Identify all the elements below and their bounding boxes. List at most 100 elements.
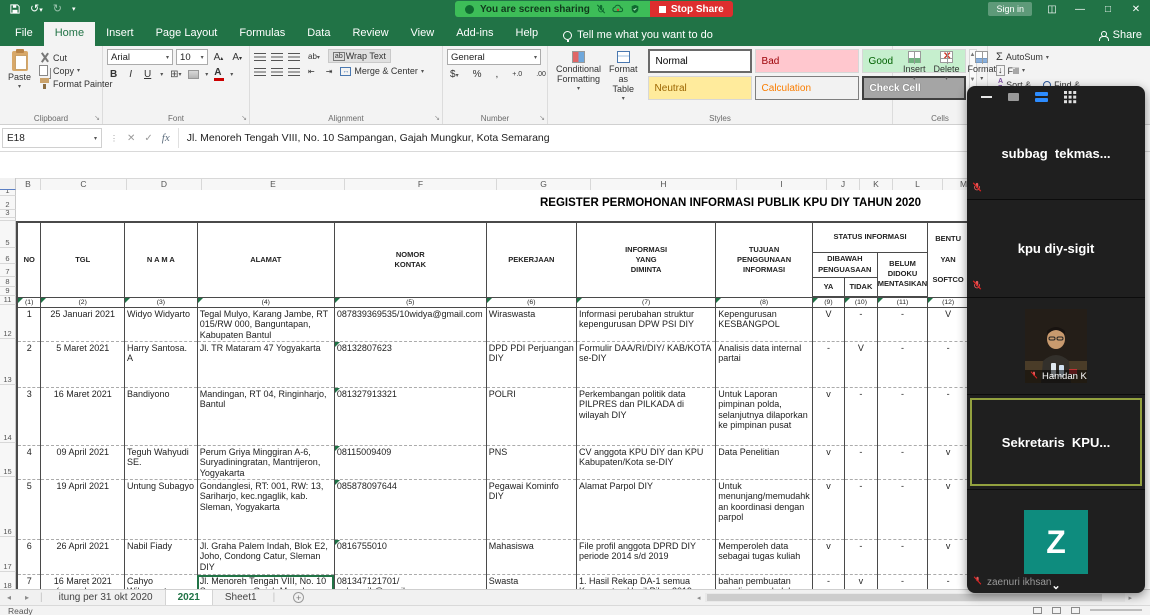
table-cell[interactable]: v xyxy=(844,574,878,589)
table-cell[interactable]: Swasta xyxy=(485,574,577,589)
table-cell[interactable]: - xyxy=(927,341,970,388)
column-number-cell[interactable]: (6) xyxy=(485,296,577,308)
table-cell[interactable]: V xyxy=(844,341,878,388)
grow-font-button[interactable]: A▴ xyxy=(211,52,227,63)
table-cell[interactable]: - xyxy=(876,387,929,446)
menu-tab-page-layout[interactable]: Page Layout xyxy=(145,22,229,46)
insert-cells-button[interactable]: Insert ▾ xyxy=(903,51,926,82)
header-dibawah[interactable]: DIBAWAH PENGUASAAN xyxy=(811,251,878,278)
header-bentuk[interactable]: BENTU YAN SOFTCO xyxy=(927,221,970,298)
new-sheet-button[interactable]: + xyxy=(293,592,305,603)
table-cell[interactable]: 3 xyxy=(16,387,42,446)
table-cell[interactable]: - xyxy=(844,479,878,540)
column-header-D[interactable]: D xyxy=(127,178,202,190)
normal-view-icon[interactable] xyxy=(1033,607,1042,614)
column-number-cell[interactable]: (9) xyxy=(811,296,846,308)
table-cell[interactable]: Jl. TR Mataram 47 Yogyakarta xyxy=(196,341,335,388)
bold-button[interactable]: B xyxy=(107,69,120,80)
select-all-corner[interactable] xyxy=(0,178,16,190)
cancel-entry-icon[interactable]: ✕ xyxy=(127,133,135,144)
table-cell[interactable]: 2 xyxy=(16,341,42,388)
column-header-F[interactable]: F xyxy=(345,178,497,190)
number-format-select[interactable]: General ▾ xyxy=(447,49,541,65)
table-cell[interactable]: - xyxy=(876,574,929,589)
row-header-17[interactable]: 17 xyxy=(0,537,16,572)
merge-center-button[interactable]: ↔ Merge & Center ▾ xyxy=(340,66,424,76)
table-cell[interactable]: Nabil Fiady xyxy=(124,539,198,575)
row-header-18[interactable]: 18 xyxy=(0,572,16,589)
menu-tab-help[interactable]: Help xyxy=(505,22,550,46)
header-tidak[interactable]: TIDAK xyxy=(844,276,878,298)
table-cell[interactable]: Bandiyono xyxy=(124,387,198,446)
menu-tab-home[interactable]: Home xyxy=(43,22,96,46)
increase-indent-icon[interactable]: ⇥ xyxy=(323,67,336,76)
cell-style-calculation[interactable]: Calculation xyxy=(754,76,859,100)
strip-view-icon[interactable] xyxy=(1035,92,1048,102)
font-dialog-launcher[interactable]: ↘ xyxy=(241,114,247,122)
font-size-select[interactable]: 10 ▾ xyxy=(176,49,208,65)
format-as-table-button[interactable]: Format as Table ▾ xyxy=(605,49,642,110)
page-layout-view-icon[interactable] xyxy=(1052,607,1061,614)
sheet-nav-right-icon[interactable]: ▸ xyxy=(18,593,36,602)
chevron-down-icon[interactable]: ⌄ xyxy=(1051,579,1060,592)
table-cell[interactable]: - xyxy=(844,445,878,480)
header-pekerjaan[interactable]: PEKERJAAN xyxy=(485,221,577,298)
menu-tab-file[interactable]: File xyxy=(4,22,44,46)
row-header-2[interactable]: 2 xyxy=(0,196,16,210)
table-cell[interactable]: 19 April 2021 xyxy=(40,479,125,540)
header-nama[interactable]: N A M A xyxy=(124,221,198,298)
page-break-view-icon[interactable] xyxy=(1071,607,1080,614)
table-cell[interactable]: Teguh Wahyudi SE. xyxy=(124,445,198,480)
tell-me-box[interactable]: Tell me what you want to do xyxy=(563,29,713,46)
close-icon[interactable]: ✕ xyxy=(1122,4,1150,15)
delete-cells-button[interactable]: Delete▾ xyxy=(934,51,960,82)
header-kontak[interactable]: NOMOR KONTAK xyxy=(333,221,487,298)
table-cell[interactable]: - xyxy=(927,574,970,589)
table-cell[interactable]: - xyxy=(811,574,846,589)
sheet-tab-2021[interactable]: 2021 xyxy=(164,590,213,605)
participant-video-tile[interactable]: Hamdan KPU DIY xyxy=(967,298,1145,395)
fill-button[interactable]: ↓ Fill ▾ xyxy=(996,65,1142,76)
row-header-3[interactable]: 3 xyxy=(0,210,16,218)
table-cell[interactable]: 5 xyxy=(16,479,42,540)
percent-style-icon[interactable]: % xyxy=(470,69,485,80)
table-cell[interactable]: Gondanglesi, RT: 001, RW: 13, Sariharjo,… xyxy=(196,479,335,540)
table-cell[interactable]: - xyxy=(876,445,929,480)
column-header-G[interactable]: G xyxy=(497,178,591,190)
table-cell[interactable]: 1 xyxy=(16,307,42,342)
table-cell[interactable]: DPD PDI Perjuangan DIY xyxy=(485,341,577,388)
table-cell[interactable]: Harry Santosa. A xyxy=(124,341,198,388)
gallery-view-icon[interactable] xyxy=(1064,91,1076,103)
table-cell[interactable]: v xyxy=(927,445,970,480)
table-cell[interactable]: v xyxy=(811,539,846,575)
table-cell[interactable]: Kepengurusan KESBANGPOL xyxy=(715,307,813,342)
table-cell[interactable]: v xyxy=(811,445,846,480)
table-cell[interactable]: v xyxy=(811,479,846,540)
decrease-decimal-icon[interactable]: .00 xyxy=(533,71,549,78)
align-middle-icon[interactable] xyxy=(271,52,283,61)
table-cell[interactable]: Analisis data internal partai xyxy=(715,341,813,388)
italic-button[interactable]: I xyxy=(126,69,135,80)
table-cell[interactable]: Memperoleh data sebagai tugas kuliah xyxy=(715,539,813,575)
share-button[interactable]: Share xyxy=(1098,29,1142,41)
row-header-16[interactable]: 16 xyxy=(0,477,16,537)
table-cell[interactable]: 085878097644 xyxy=(333,479,487,540)
table-cell[interactable]: - xyxy=(844,539,878,575)
zoom-slider[interactable] xyxy=(1090,609,1142,611)
table-cell[interactable]: V xyxy=(927,307,970,342)
table-cell[interactable]: Jl. Graha Palem Indah, Blok E2, Joho, Co… xyxy=(196,539,335,575)
table-cell[interactable]: Formulir DAA/RI/DIY/ KAB/KOTA se-DIY xyxy=(575,341,717,388)
font-family-select[interactable]: Arial ▾ xyxy=(107,49,174,65)
participant-tile[interactable]: subbag tekmas... xyxy=(967,108,1145,200)
borders-icon[interactable]: ⊞ ▾ xyxy=(169,69,182,81)
increase-decimal-icon[interactable]: +.0 xyxy=(509,71,525,78)
column-number-cell[interactable]: (3) xyxy=(124,296,198,308)
column-number-cell[interactable]: (5) xyxy=(333,296,487,308)
table-cell[interactable]: - xyxy=(811,341,846,388)
menu-tab-insert[interactable]: Insert xyxy=(95,22,145,46)
shrink-font-button[interactable]: A▾ xyxy=(229,52,245,63)
maximize-icon[interactable]: □ xyxy=(1094,4,1122,15)
table-cell[interactable]: v xyxy=(927,479,970,540)
scroll-thumb[interactable] xyxy=(706,594,1102,601)
table-cell[interactable]: Jl. Menoreh Tengah VIII, No. 10 Sampanga… xyxy=(196,574,335,589)
